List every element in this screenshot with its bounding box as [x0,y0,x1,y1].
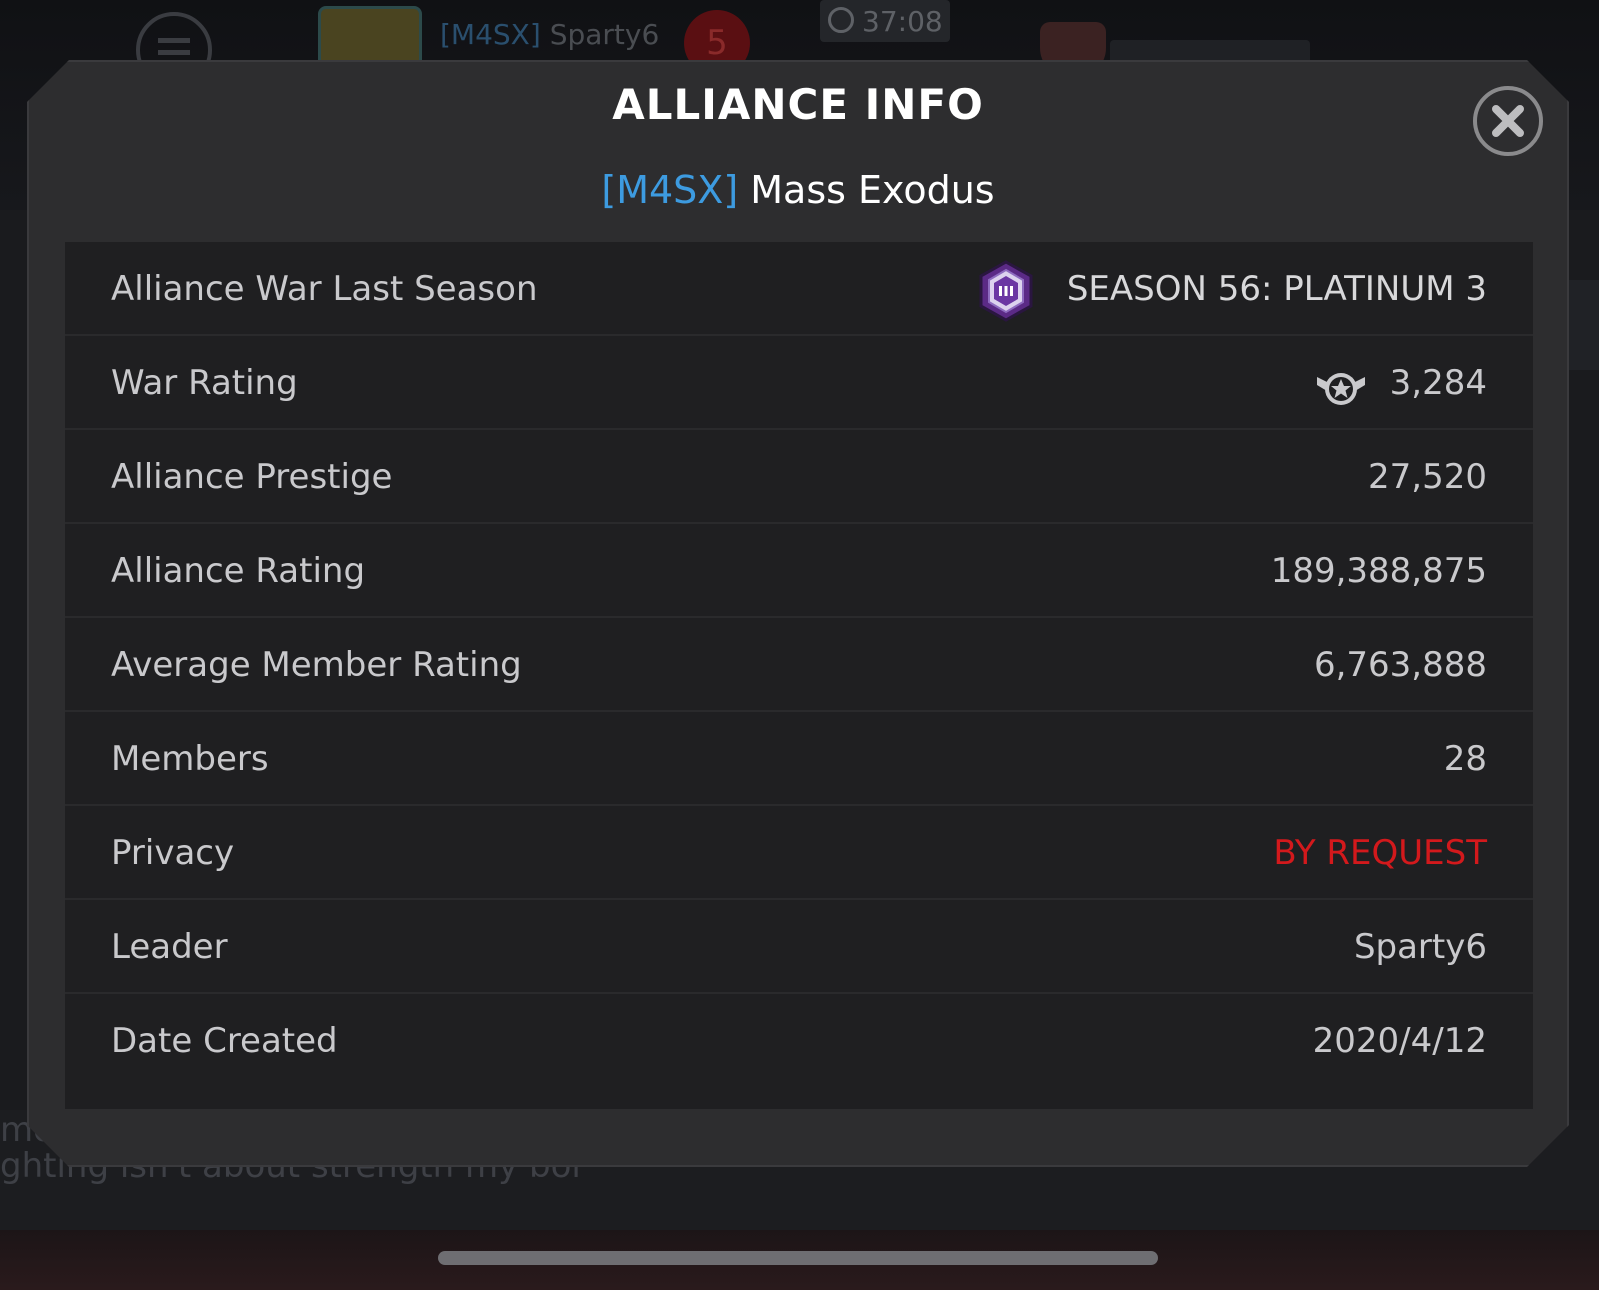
row-value: 189,388,875 [1270,551,1487,591]
row-label: Leader [111,927,228,967]
row-label: Members [111,739,269,779]
home-indicator[interactable] [438,1251,1158,1265]
row-value: 28 [1443,739,1487,779]
stopwatch-icon [828,7,854,33]
platinum-3-badge-icon [979,260,1033,322]
hud-player-tag: [M4SX] [440,18,541,51]
hud-player-label: Sparty6 [549,18,660,51]
row-value: 27,520 [1368,457,1487,497]
info-row-members: Members 28 [65,712,1533,806]
row-label: War Rating [111,363,298,403]
close-icon [1492,105,1524,137]
alliance-tag: [M4SX] [601,168,739,212]
info-row-date-created: Date Created 2020/4/12 [65,994,1533,1088]
row-value: 3,284 [1389,363,1487,403]
info-row-alliance-prestige: Alliance Prestige 27,520 [65,430,1533,524]
row-value: 6,763,888 [1313,645,1487,685]
modal-title: ALLIANCE INFO [612,80,984,129]
privacy-status: BY REQUEST [1273,833,1487,873]
alliance-name-text: Mass Exodus [750,168,995,212]
info-row-average-member-rating: Average Member Rating 6,763,888 [65,618,1533,712]
row-label: Alliance Prestige [111,457,393,497]
leader-name[interactable]: Sparty6 [1354,900,1487,994]
info-row-war-rating: War Rating 3,284 [65,336,1533,430]
info-row-privacy: Privacy BY REQUEST [65,806,1533,900]
hud-player-name: [M4SX] Sparty6 [440,18,659,51]
info-row-war-last-season: Alliance War Last Season SEASON 56: PLAT… [65,242,1533,336]
hud-timer-value: 37:08 [862,5,943,38]
war-rating-star-icon [1317,373,1365,405]
alliance-info-table: Alliance War Last Season SEASON 56: PLAT… [65,242,1533,1109]
row-value: 2020/4/12 [1312,1021,1487,1061]
row-label: Date Created [111,1021,338,1061]
row-label: Privacy [111,833,235,873]
alliance-info-modal: ALLIANCE INFO [M4SX] Mass Exodus Allianc… [27,60,1569,1167]
hud-timer: 37:08 [820,0,950,42]
alliance-name: [M4SX] Mass Exodus [27,168,1569,212]
row-value: SEASON 56: PLATINUM 3 [1066,269,1487,309]
row-label: Average Member Rating [111,645,522,685]
row-label: Alliance War Last Season [111,269,538,309]
row-label: Alliance Rating [111,551,366,591]
close-button[interactable] [1473,86,1543,156]
info-row-leader: Leader Sparty6 [65,900,1533,994]
info-row-alliance-rating: Alliance Rating 189,388,875 [65,524,1533,618]
